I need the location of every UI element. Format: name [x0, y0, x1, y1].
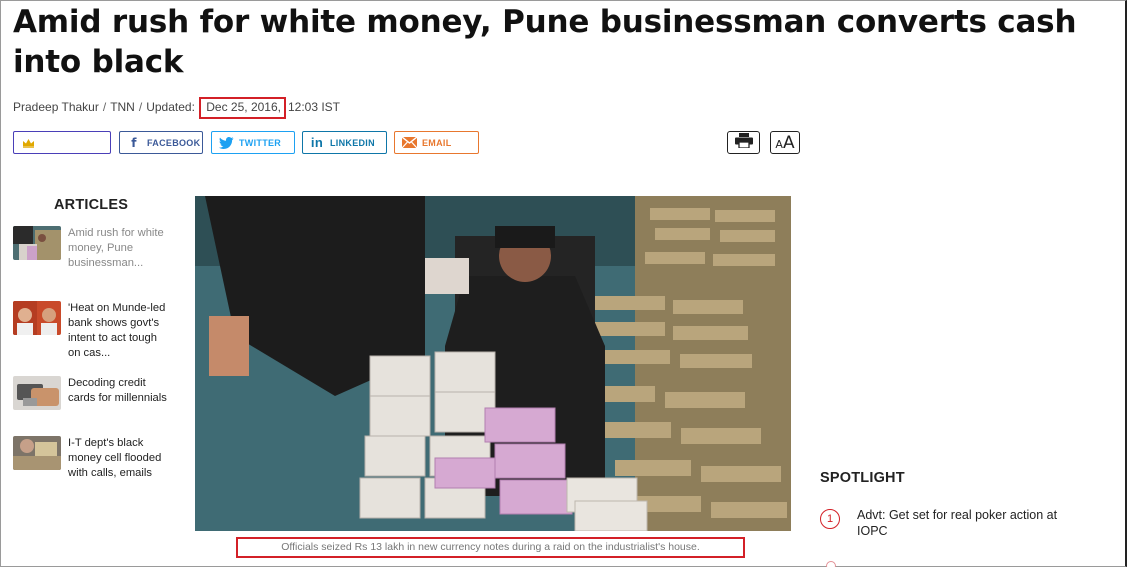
photo-caption: Officials seized Rs 13 lakh in new curre… — [236, 537, 745, 558]
article-list-title: I-T dept's black money cell flooded with… — [68, 437, 162, 479]
spotlight-item-number: 1 — [820, 509, 840, 529]
facebook-share-button[interactable]: f FACEBOOK — [119, 131, 203, 154]
crown-share-button[interactable] — [13, 131, 111, 154]
article-list-title: Decoding credit cards for millennials — [68, 377, 167, 404]
updated-label: Updated: — [146, 100, 195, 114]
print-button[interactable] — [727, 131, 760, 154]
twitter-share-button[interactable]: TWITTER — [211, 131, 295, 154]
byline-separator: / — [138, 100, 143, 114]
byline-source: TNN — [110, 100, 135, 114]
updated-date: Dec 25, 2016 — [206, 100, 278, 114]
spotlight-item-title: Advt: Get set for real poker action at I… — [857, 508, 1058, 538]
printer-icon — [734, 132, 753, 153]
font-size-button[interactable]: AA — [770, 131, 800, 154]
article-photo — [195, 196, 791, 531]
email-label: EMAIL — [422, 137, 452, 148]
spotlight-heading: SPOTLIGHT — [820, 470, 905, 486]
twitter-label: TWITTER — [239, 137, 282, 148]
article-thumbnail — [13, 376, 61, 410]
facebook-label: FACEBOOK — [147, 137, 201, 148]
updated-date-highlight: Dec 25, 2016, — [199, 97, 286, 119]
linkedin-label: LINKEDIN — [330, 137, 375, 148]
font-size-large-glyph: A — [782, 132, 795, 153]
twitter-icon — [218, 135, 234, 151]
byline-separator: / — [102, 100, 107, 114]
email-share-button[interactable]: EMAIL — [394, 131, 479, 154]
spotlight-next-number-badge — [826, 561, 836, 567]
font-size-small-glyph: A — [775, 137, 783, 151]
email-icon — [401, 135, 417, 151]
article-thumbnail — [13, 301, 61, 335]
linkedin-icon: in — [310, 135, 324, 150]
crown-icon — [20, 135, 36, 151]
article-thumbnail — [13, 226, 61, 260]
article-list-title: Amid rush for white money, Pune business… — [68, 227, 164, 269]
article-thumbnail — [13, 436, 61, 470]
updated-time: 12:03 IST — [287, 100, 341, 114]
article-list-title: 'Heat on Munde-led bank shows govt's int… — [68, 302, 166, 359]
byline: Pradeep Thakur / TNN / Updated: Dec 25, 2016… — [13, 97, 340, 119]
author-link[interactable]: Pradeep Thakur — [13, 100, 99, 114]
articles-heading: ARTICLES — [54, 197, 129, 213]
linkedin-share-button[interactable]: in LINKEDIN — [302, 131, 387, 154]
article-headline: Amid rush for white money, Pune business… — [13, 4, 1077, 80]
facebook-icon: f — [131, 135, 137, 150]
